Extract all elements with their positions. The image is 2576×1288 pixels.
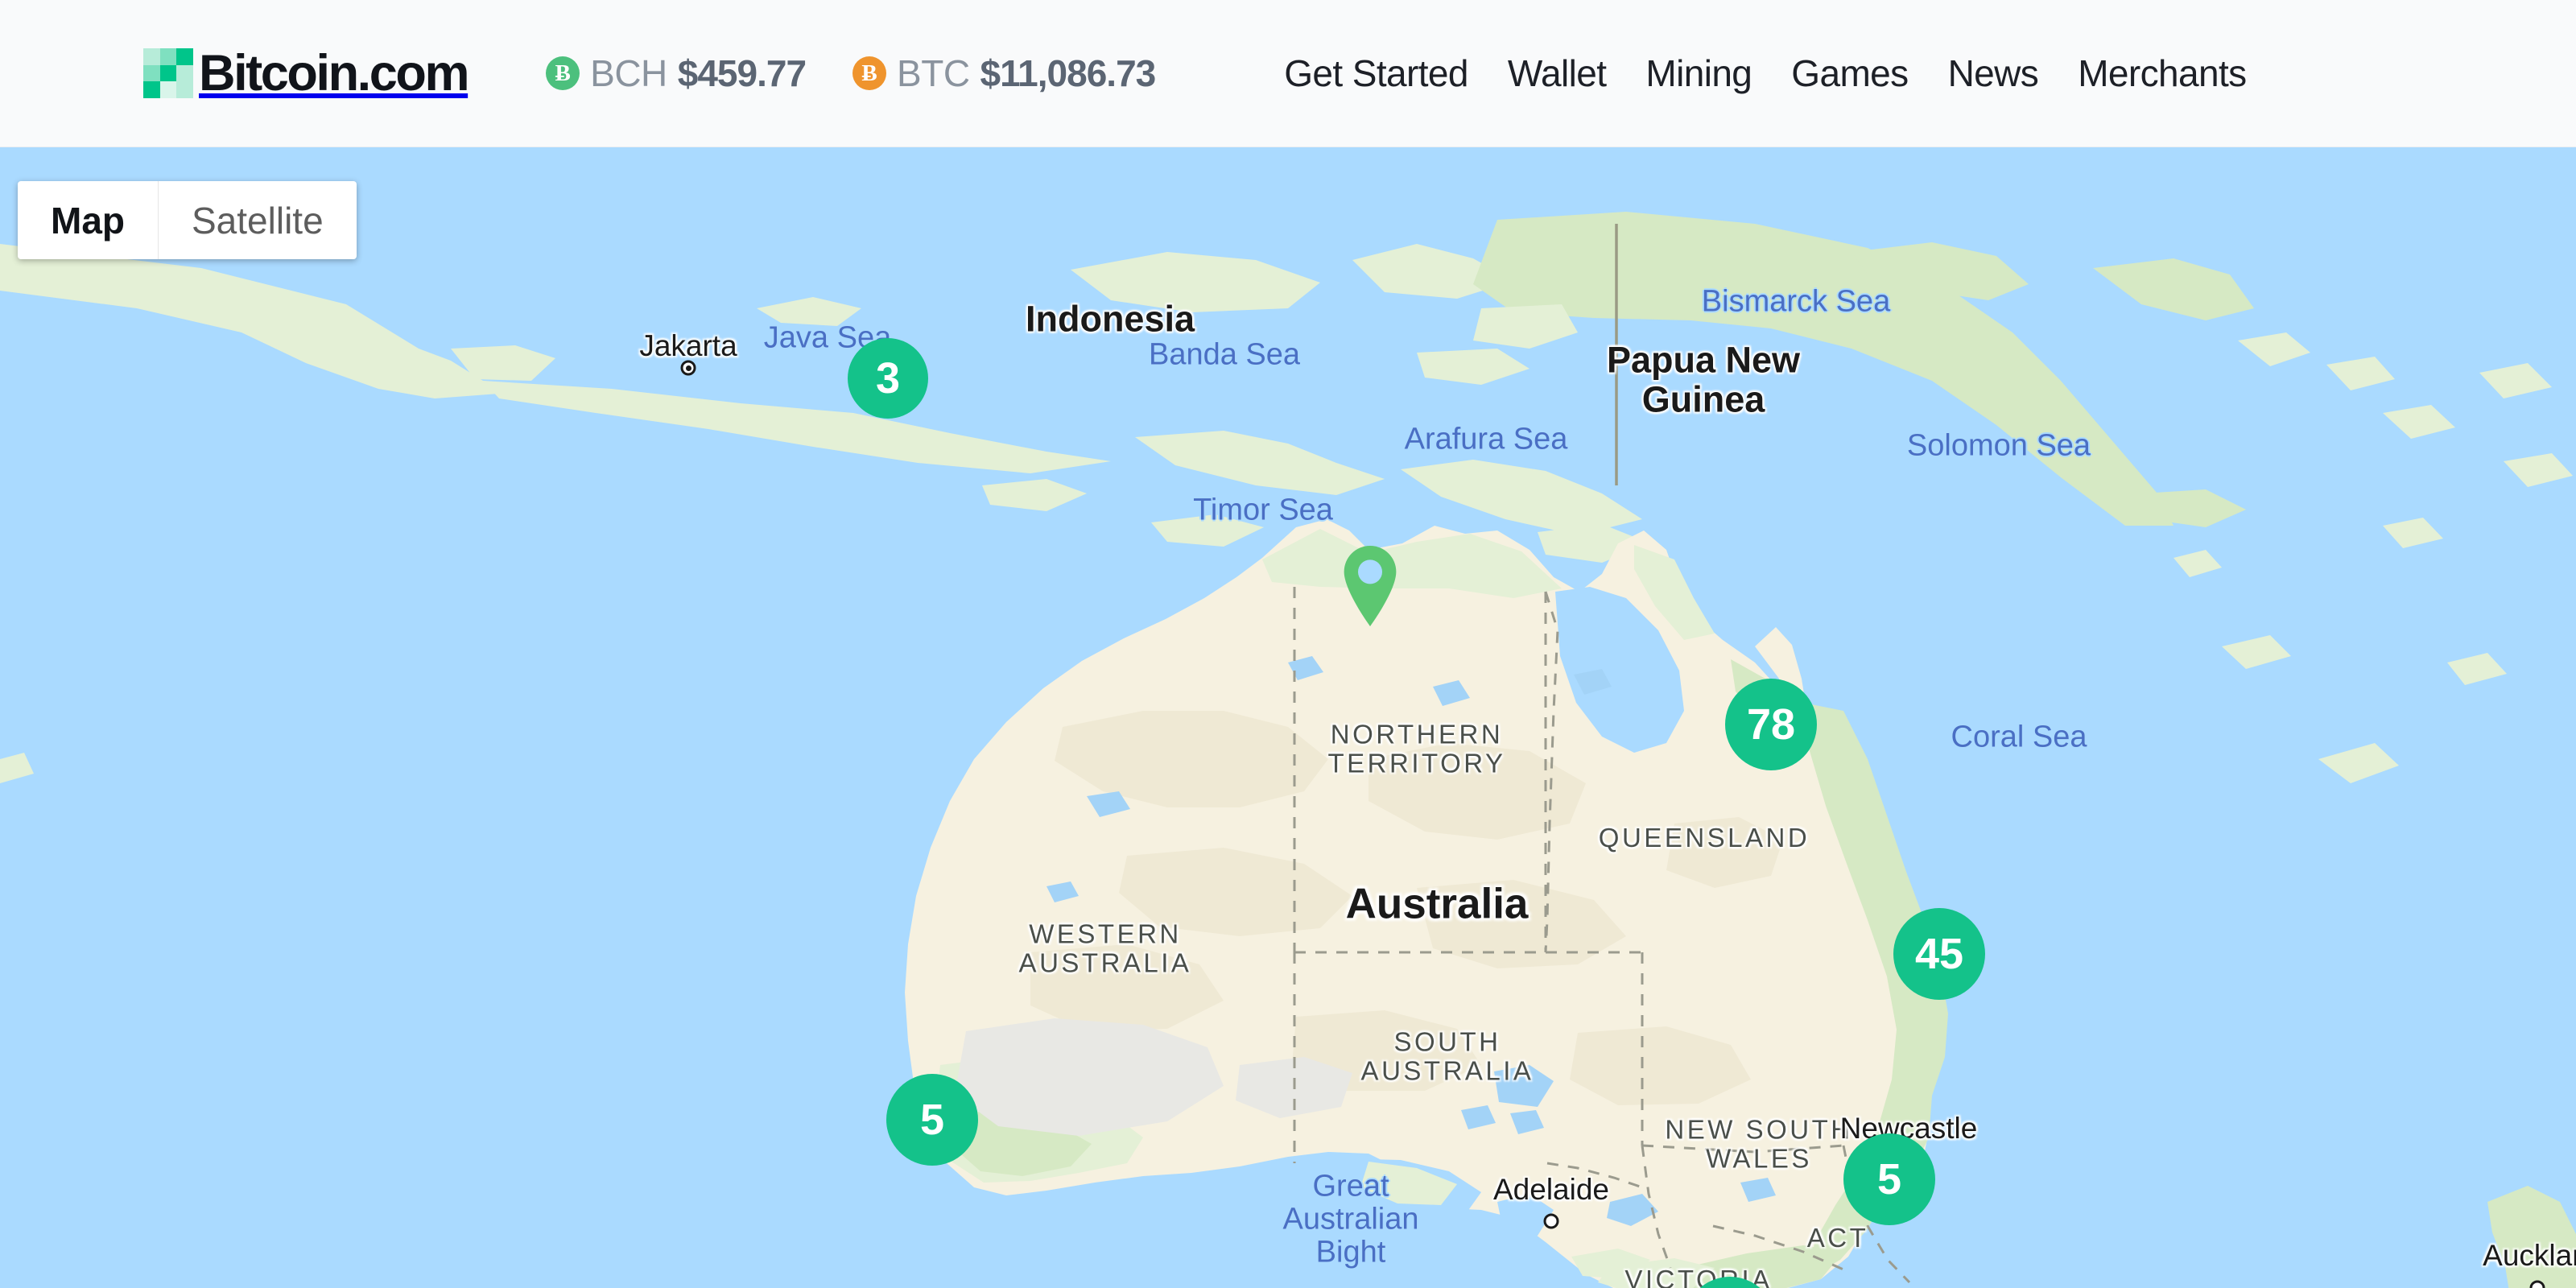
nav-item-wallet[interactable]: Wallet [1508,52,1607,95]
location-pin-icon [1340,546,1400,626]
ticker-bch-symbol: BCH [590,52,667,95]
ticker-bch[interactable]: Ƀ BCH $459.77 [546,52,806,95]
map-type-satellite-button[interactable]: Satellite [158,181,357,259]
price-ticker-group: Ƀ BCH $459.77 Ƀ BTC $11,086.73 [546,52,1155,95]
nav-item-news[interactable]: News [1948,52,2039,95]
ticker-btc-price: $11,086.73 [980,52,1156,95]
city-dot-jakarta [681,361,696,376]
bitcoin-com-logo-icon [143,48,193,98]
site-logo[interactable]: Bitcoin.com [143,48,468,99]
nav-item-get-started[interactable]: Get Started [1284,52,1468,95]
nav-item-merchants[interactable]: Merchants [2078,52,2246,95]
ticker-btc[interactable]: Ƀ BTC $11,086.73 [852,52,1155,95]
map-geography: .land { fill: #f6f1e0; } .veg { fill: #d… [0,147,2576,1288]
nav-item-games[interactable]: Games [1791,52,1908,95]
cluster-marker[interactable]: 78 [1725,679,1817,770]
bitcoin-cash-icon: Ƀ [546,56,580,90]
cluster-marker[interactable]: 5 [1843,1133,1935,1225]
main-navigation: Get Started Wallet Mining Games News Mer… [1284,52,2246,95]
bitcoin-icon: Ƀ [852,56,886,90]
cluster-marker[interactable]: 5 [886,1074,978,1166]
merchant-map[interactable]: .land { fill: #f6f1e0; } .veg { fill: #d… [0,147,2576,1288]
map-type-map-button[interactable]: Map [18,181,158,259]
logo-wordmark: Bitcoin.com [199,48,468,99]
map-type-control[interactable]: Map Satellite [18,181,357,259]
site-header: Bitcoin.com Ƀ BCH $459.77 Ƀ BTC $11,086.… [0,0,2576,147]
city-dot-adelaide [1544,1214,1559,1229]
ticker-bch-price: $459.77 [678,52,806,95]
ticker-btc-symbol: BTC [897,52,970,95]
nav-item-mining[interactable]: Mining [1645,52,1752,95]
cluster-marker[interactable]: 3 [848,338,928,419]
cluster-marker[interactable]: 45 [1893,908,1985,1000]
